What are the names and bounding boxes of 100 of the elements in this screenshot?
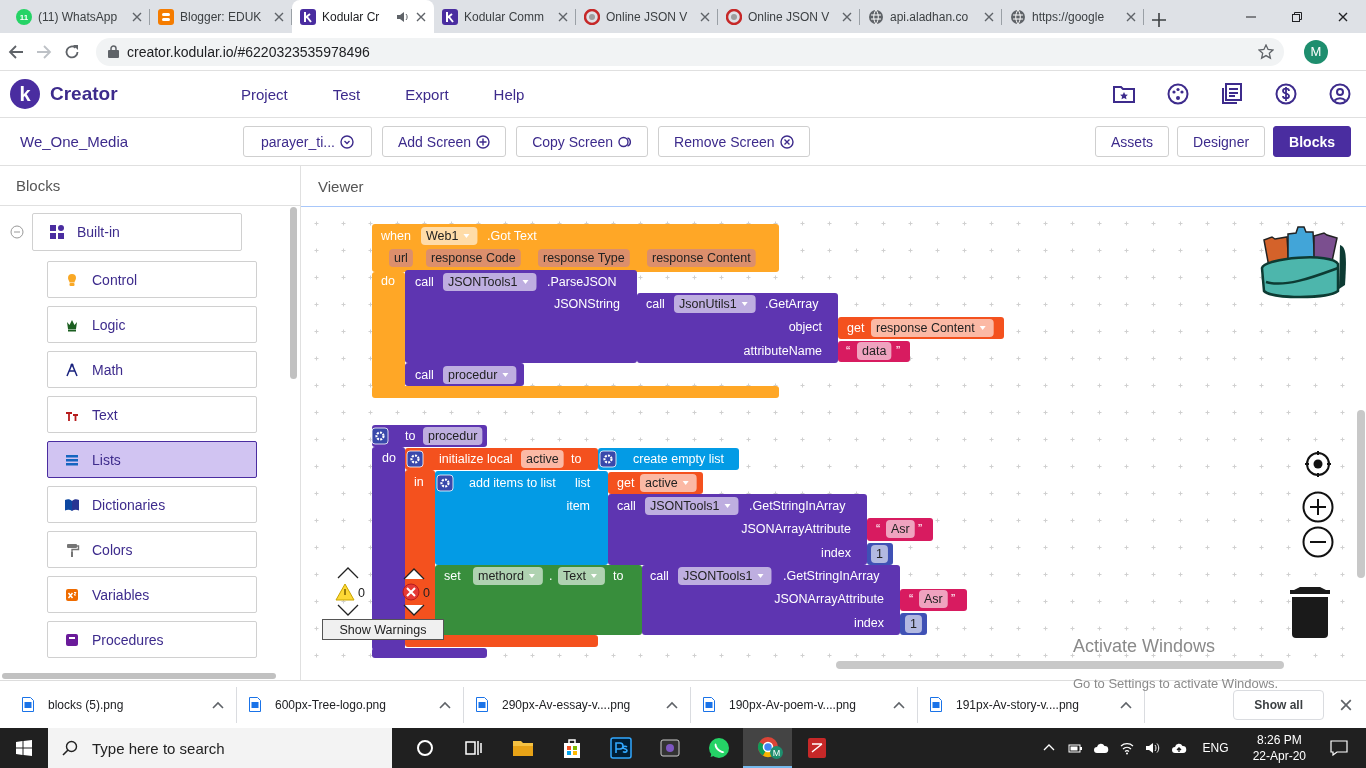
wifi-icon[interactable] [1118,740,1135,756]
menu-item[interactable]: Export [405,85,449,103]
zoom-in-icon[interactable] [1302,491,1334,523]
gear-icon[interactable] [599,450,617,468]
value-field[interactable]: active [521,450,564,468]
close-icon[interactable] [416,11,426,22]
dropdown-field[interactable]: active [640,474,697,492]
backpack-icon[interactable] [1260,226,1346,299]
language-indicator[interactable]: ENG [1202,741,1229,755]
browser-tab[interactable]: Blogger: EDUK [150,0,292,33]
browser-tab[interactable]: https://google [1002,0,1144,33]
download-item[interactable]: 600px-Tree-logo.png [237,686,464,723]
search-field[interactable]: Type here to search [48,728,392,768]
parameter-field[interactable]: response Code [426,249,521,267]
speaker-icon[interactable] [1144,740,1161,756]
browser-tab[interactable]: 11 (11) WhatsApp [8,0,150,33]
app-logo[interactable]: k [10,79,40,109]
scrollbar[interactable] [290,207,297,379]
toolbar-button[interactable]: Add Screen [382,126,507,157]
view-tab[interactable]: Blocks [1273,126,1351,157]
caret-up-icon[interactable] [212,700,224,709]
dropdown-field[interactable]: Web1 [421,227,478,245]
show-warnings-button[interactable]: Show Warnings [322,619,444,640]
notification-icon[interactable] [1330,740,1348,756]
screen-dropdown[interactable]: parayer_ti... [243,126,372,157]
browser-tab[interactable]: Kodular Comm [434,0,576,33]
scrollbar[interactable] [1357,410,1365,578]
scrollbar[interactable] [836,661,1284,669]
dropdown-field[interactable]: procedur [443,366,517,384]
download-item[interactable]: 290px-Av-essay-v....png [464,686,691,723]
code-block[interactable]: “ data ” [838,341,910,362]
view-tab[interactable]: Assets [1095,126,1170,157]
parameter-field[interactable]: response Type [538,249,630,267]
target-icon[interactable] [1304,450,1332,478]
star-icon[interactable] [1258,43,1274,60]
code-block[interactable]: call JSONTools1 .GetStringInArray JSONArrayAttribute index [642,565,900,635]
show-all-button[interactable]: Show all [1233,689,1324,720]
code-block[interactable]: call JsonUtils1 .GetArray object attributeName [637,293,838,363]
toolbar-button[interactable]: Remove Screen [658,126,810,157]
sidebar-item[interactable]: Variables [47,576,257,613]
dropdown-field[interactable]: JSONTools1 [645,497,739,515]
download-item[interactable]: 190px-Av-poem-v....png [691,686,918,723]
zoom-out-icon[interactable] [1302,526,1334,558]
value-field[interactable]: 1 [905,615,922,633]
code-block[interactable]: call procedur [405,363,524,386]
down-arrow-icon[interactable] [403,604,425,616]
reload-icon[interactable] [64,43,80,60]
toolbar-button[interactable]: Copy Screen [516,126,649,157]
sidebar-item[interactable]: Logic [47,306,257,343]
sidebar-item[interactable]: Control [47,261,257,298]
value-field[interactable]: Asr [919,590,948,608]
menu-item[interactable]: Test [332,85,361,103]
palette-icon[interactable] [1166,82,1190,106]
value-field[interactable]: procedur [423,427,483,445]
caret-up-icon[interactable] [1120,700,1132,709]
dollar-icon[interactable] [1274,82,1298,106]
code-block[interactable]: “ Asr ” [867,518,933,541]
code-block[interactable]: get response Content [838,317,1004,339]
code-block[interactable]: “ Asr ” [900,589,967,611]
menu-item[interactable]: Project [241,85,288,103]
browser-tab[interactable]: Online JSON V [718,0,860,33]
plus-icon[interactable] [1152,13,1166,27]
clock-time[interactable]: 8:26 PM [1256,732,1302,748]
scrollbar[interactable] [2,673,276,679]
view-tab[interactable]: Designer [1177,126,1266,157]
value-field[interactable]: data [857,342,892,360]
clock-date[interactable]: 22-Apr-20 [1252,748,1306,764]
profile-avatar[interactable]: M [1304,39,1328,64]
documents-icon[interactable] [1220,82,1244,106]
close-icon[interactable] [1338,11,1348,22]
download-item[interactable]: blocks (5).png [10,686,237,723]
sidebar-item[interactable]: Math [47,351,257,388]
up-arrow-icon[interactable] [337,567,359,579]
up-arrow-icon[interactable] [403,568,425,580]
parameter-field[interactable]: url [389,249,413,267]
speaker-icon[interactable] [396,9,410,24]
lock-icon[interactable] [108,45,119,58]
gear-icon[interactable] [436,474,454,492]
code-block[interactable]: set methord . Text to [435,565,642,635]
sidebar-item[interactable]: Procedures [47,621,257,658]
windows-logo-icon[interactable] [16,740,32,756]
dropdown-field[interactable]: JSONTools1 [443,273,537,291]
dropdown-field[interactable]: JSONTools1 [678,567,772,585]
gear-icon[interactable] [371,427,389,445]
dropdown-field[interactable]: methord [473,567,543,585]
gear-icon[interactable] [406,450,424,468]
down-arrow-icon[interactable] [337,604,359,616]
taskbar-button[interactable]: M [743,728,792,768]
caret-up-icon[interactable] [893,700,905,709]
tree-item[interactable]: Built-in [32,213,242,251]
sidebar-item[interactable]: Lists [47,441,257,478]
restore-icon[interactable] [1292,11,1302,22]
code-block[interactable]: get active [608,472,703,494]
dropdown-field[interactable]: JsonUtils1 [674,295,756,313]
browser-tab[interactable]: api.aladhan.co [860,0,1002,33]
caret-up-icon[interactable] [666,700,678,709]
dropdown-field[interactable]: response Content [871,319,994,337]
sidebar-item[interactable]: Colors [47,531,257,568]
sidebar-item[interactable]: Text [47,396,257,433]
trash-icon[interactable] [1290,587,1330,638]
